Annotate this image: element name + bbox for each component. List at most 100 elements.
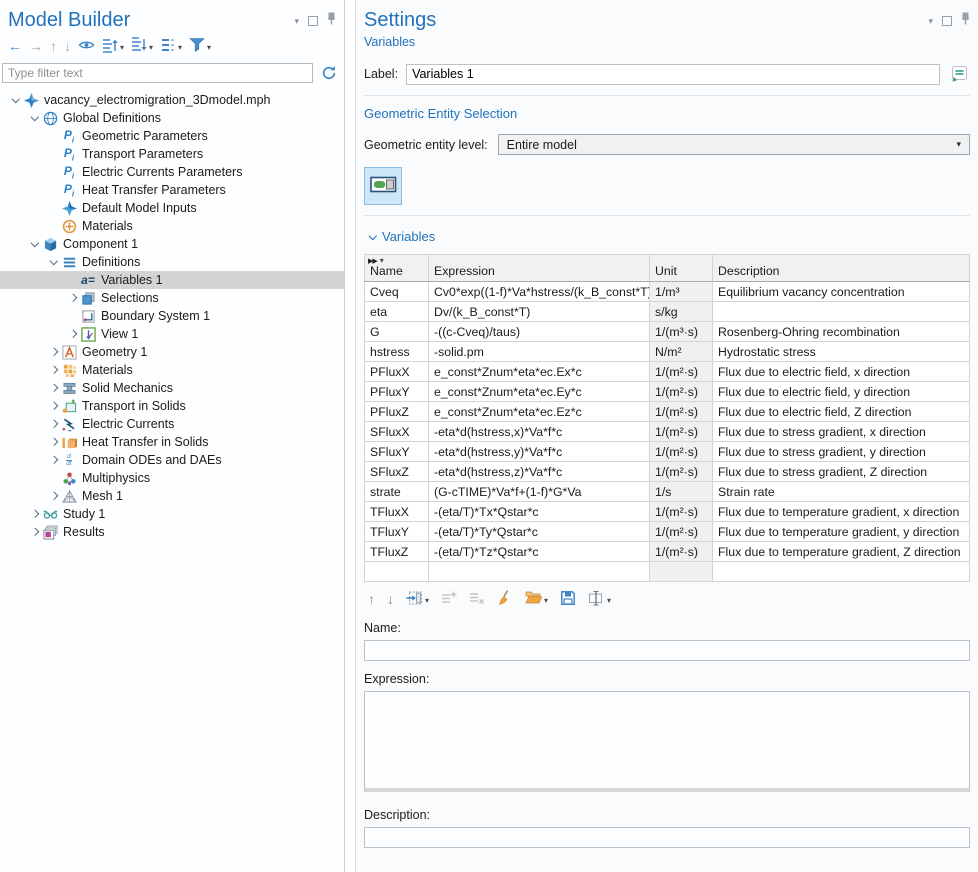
tree-collapse-icon[interactable] xyxy=(27,116,42,120)
tree-item-vacancy-electromigration-3dmodel-mph[interactable]: vacancy_electromigration_3Dmodel.mph xyxy=(0,91,344,109)
filter-button[interactable]: ▾ xyxy=(187,37,213,57)
tree-expand-icon[interactable] xyxy=(46,439,61,445)
active-toggle-button[interactable] xyxy=(364,167,402,205)
tree-item-selections[interactable]: Selections xyxy=(0,289,344,307)
tree-item-multiphysics[interactable]: Multiphysics xyxy=(0,469,344,487)
tree-item-boundary-system-1[interactable]: Boundary System 1 xyxy=(0,307,344,325)
description-cell[interactable]: Flux due to temperature gradient, Z dire… xyxy=(713,542,970,562)
tree-item-global-definitions[interactable]: Global Definitions xyxy=(0,109,344,127)
save-to-file-button[interactable] xyxy=(558,590,578,610)
name-input[interactable] xyxy=(364,640,970,661)
expression-cell[interactable]: -eta*d(hstress,x)*Va*f*c xyxy=(429,422,650,442)
geometric-entity-level-select[interactable]: Entire model ▾ xyxy=(498,134,970,155)
add-button[interactable] xyxy=(439,590,459,610)
expression-input[interactable] xyxy=(364,691,970,792)
description-cell[interactable]: Flux due to stress gradient, x direction xyxy=(713,422,970,442)
tree-item-view-1[interactable]: View 1 xyxy=(0,325,344,343)
label-input[interactable] xyxy=(406,64,940,85)
expression-cell[interactable]: -solid.pm xyxy=(429,342,650,362)
back-button[interactable]: ← xyxy=(6,37,24,57)
name-cell[interactable]: hstress xyxy=(365,342,429,362)
move-down-button[interactable]: ↓ xyxy=(62,37,73,57)
collapse-all-button[interactable]: ▾ xyxy=(129,37,155,57)
tree-item-domain-odes-and-daes[interactable]: ddtDomain ODEs and DAEs xyxy=(0,451,344,469)
clear-table-button[interactable] xyxy=(495,590,515,610)
tree-item-geometric-parameters[interactable]: PiGeometric Parameters xyxy=(0,127,344,145)
tree-item-transport-parameters[interactable]: PiTransport Parameters xyxy=(0,145,344,163)
description-cell[interactable]: Rosenberg-Ohring recombination xyxy=(713,322,970,342)
move-up-button[interactable]: ↑ xyxy=(366,590,377,610)
description-cell[interactable]: Flux due to temperature gradient, x dire… xyxy=(713,502,970,522)
description-cell[interactable]: Flux due to temperature gradient, y dire… xyxy=(713,522,970,542)
name-cell[interactable]: PFluxX xyxy=(365,362,429,382)
move-to-button[interactable]: ▾ xyxy=(404,590,431,610)
name-cell[interactable]: G xyxy=(365,322,429,342)
expression-cell[interactable] xyxy=(429,562,650,582)
tree-collapse-icon[interactable] xyxy=(46,260,61,264)
panel-menu-icon[interactable]: ▾ xyxy=(928,16,933,26)
move-down-button[interactable]: ↓ xyxy=(385,590,396,610)
tree-item-heat-transfer-parameters[interactable]: PiHeat Transfer Parameters xyxy=(0,181,344,199)
tree-item-component-1[interactable]: Component 1 xyxy=(0,235,344,253)
tree-collapse-icon[interactable] xyxy=(27,242,42,246)
refresh-icon[interactable] xyxy=(320,64,338,82)
tree-item-geometry-1[interactable]: Geometry 1 xyxy=(0,343,344,361)
tree-item-solid-mechanics[interactable]: Solid Mechanics xyxy=(0,379,344,397)
name-cell[interactable]: SFluxX xyxy=(365,422,429,442)
expression-cell[interactable]: Cv0*exp((1-f)*Va*hstress/(k_B_const*T)) xyxy=(429,282,650,302)
tree-expand-icon[interactable] xyxy=(27,511,42,517)
name-cell[interactable]: TFluxY xyxy=(365,522,429,542)
pin-panel-icon[interactable] xyxy=(327,12,336,30)
tree-expand-icon[interactable] xyxy=(65,295,80,301)
expression-cell[interactable]: -eta*d(hstress,y)*Va*f*c xyxy=(429,442,650,462)
expand-all-button[interactable]: ▾ xyxy=(100,37,126,57)
name-cell[interactable] xyxy=(365,562,429,582)
table-sort-icon[interactable]: ▶▶ ▾ xyxy=(368,256,384,265)
tree-expand-icon[interactable] xyxy=(46,349,61,355)
name-cell[interactable]: strate xyxy=(365,482,429,502)
tree-expand-icon[interactable] xyxy=(27,529,42,535)
tree-item-default-model-inputs[interactable]: Default Model Inputs xyxy=(0,199,344,217)
model-tree-node-text-button[interactable]: ▾ xyxy=(158,37,184,57)
expression-cell[interactable]: Dv/(k_B_const*T) xyxy=(429,302,650,322)
edit-field-button[interactable]: ▾ xyxy=(586,590,613,610)
forward-button[interactable]: → xyxy=(27,37,45,57)
tree-item-results[interactable]: Results xyxy=(0,523,344,541)
description-input[interactable] xyxy=(364,827,970,848)
expression-cell[interactable]: e_const*Znum*eta*ec.Ez*c xyxy=(429,402,650,422)
float-panel-icon[interactable] xyxy=(942,16,952,26)
description-cell[interactable]: Flux due to electric field, y direction xyxy=(713,382,970,402)
tree-item-materials[interactable]: Materials xyxy=(0,361,344,379)
name-cell[interactable]: TFluxX xyxy=(365,502,429,522)
tree-item-electric-currents[interactable]: Electric Currents xyxy=(0,415,344,433)
move-up-button[interactable]: ↑ xyxy=(48,37,59,57)
expression-cell[interactable]: -(eta/T)*Tx*Qstar*c xyxy=(429,502,650,522)
tree-expand-icon[interactable] xyxy=(46,457,61,463)
pin-panel-icon[interactable] xyxy=(961,12,970,30)
description-cell[interactable]: Flux due to stress gradient, Z direction xyxy=(713,462,970,482)
tree-item-study-1[interactable]: Study 1 xyxy=(0,505,344,523)
description-cell[interactable]: Flux due to electric field, x direction xyxy=(713,362,970,382)
tree-expand-icon[interactable] xyxy=(65,331,80,337)
description-cell[interactable]: Flux due to stress gradient, y direction xyxy=(713,442,970,462)
expression-cell[interactable]: (G-cTIME)*Va*f+(1-f)*G*Va xyxy=(429,482,650,502)
delete-button[interactable] xyxy=(467,590,487,610)
tree-expand-icon[interactable] xyxy=(46,403,61,409)
name-cell[interactable]: SFluxY xyxy=(365,442,429,462)
description-cell[interactable] xyxy=(713,562,970,582)
filter-input[interactable] xyxy=(2,63,313,83)
description-cell[interactable]: Hydrostatic stress xyxy=(713,342,970,362)
name-cell[interactable]: SFluxZ xyxy=(365,462,429,482)
name-cell[interactable]: PFluxY xyxy=(365,382,429,402)
tree-item-heat-transfer-in-solids[interactable]: Heat Transfer in Solids xyxy=(0,433,344,451)
description-cell[interactable]: Equilibrium vacancy concentration xyxy=(713,282,970,302)
tree-expand-icon[interactable] xyxy=(46,367,61,373)
tree-expand-icon[interactable] xyxy=(46,385,61,391)
name-cell[interactable]: Cveq xyxy=(365,282,429,302)
name-cell[interactable]: eta xyxy=(365,302,429,322)
tree-collapse-icon[interactable] xyxy=(8,98,23,102)
expression-cell[interactable]: e_const*Znum*eta*ec.Ex*c xyxy=(429,362,650,382)
tree-expand-icon[interactable] xyxy=(46,493,61,499)
tree-item-variables-1[interactable]: a=Variables 1 xyxy=(0,271,344,289)
name-cell[interactable]: TFluxZ xyxy=(365,542,429,562)
